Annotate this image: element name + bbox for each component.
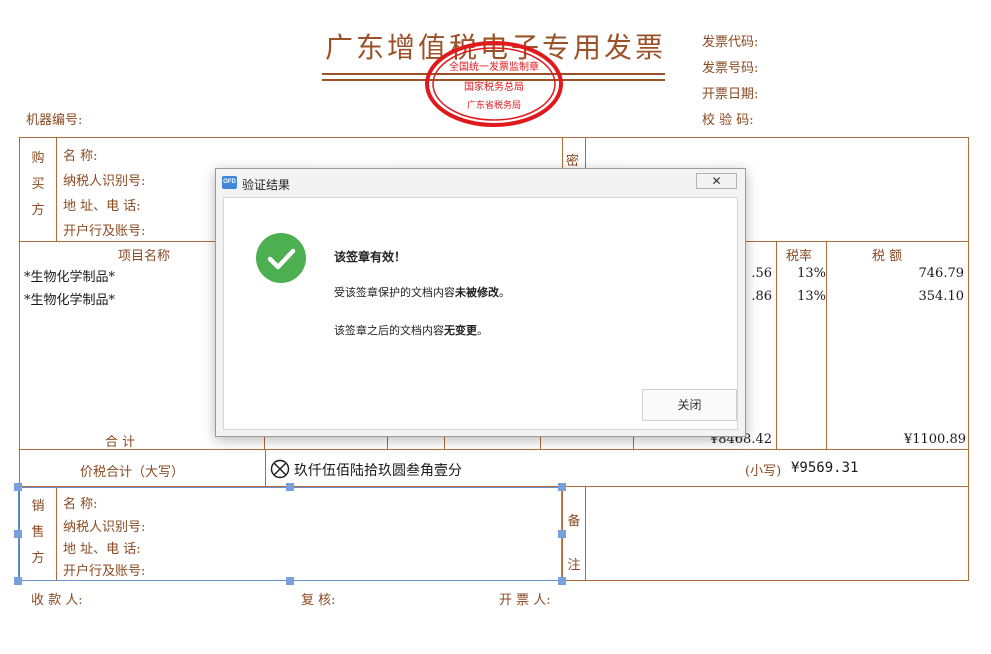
seal-text-mid: 国家税务总局 [464,80,524,93]
total-tax: ¥1100.89 [903,432,966,447]
item-row-1-rate: 13% [797,266,826,281]
price-tax-lowercase-value: ¥9569.31 [791,460,859,476]
resize-handle[interactable] [558,483,566,491]
machine-number-label: 机器编号: [26,113,83,128]
reviewer-label: 复 核: [301,593,336,608]
dialog-body: 该签章有效！ 受该签章保护的文档内容未被修改。 该签章之后的文档内容无变更。 关… [223,197,738,430]
item-row-1-name: *生物化学制品* [24,270,116,285]
seal-text-bottom: 广东省税务局 [467,99,521,111]
content-unmodified-message: 受该签章保护的文档内容未被修改。 [334,287,510,299]
drawer-label: 开 票 人: [499,593,551,608]
total-label: 合 计 [105,435,136,450]
no-change-after-signature-message: 该签章之后的文档内容无变更。 [334,325,488,337]
resize-handle[interactable] [14,530,22,538]
close-icon[interactable]: ✕ [696,173,737,189]
resize-handle[interactable] [558,577,566,585]
buyer-bank-label: 开户行及账号: [63,224,146,239]
resize-handle[interactable] [14,577,22,585]
invoice-number-label: 发票号码: [702,61,759,76]
price-tax-total-label: 价税合计（大写） [80,465,185,480]
item-row-2-rate: 13% [797,289,826,304]
buyer-address-label: 地 址、电 话: [63,199,141,214]
resize-handle[interactable] [558,530,566,538]
header-tax-rate: 税率 [786,249,813,264]
buyer-name-label: 名 称: [63,149,98,164]
ofd-app-icon: OFD [222,176,237,189]
official-seal-icon: 全国统一发票监制章 国家税务总局 广东省税务局 [425,41,563,127]
resize-handle[interactable] [286,483,294,491]
check-code-label: 校 验 码: [702,113,754,128]
buyer-side-label: 购 买 方 [31,151,45,218]
item-row-2-tax: 354.10 [918,289,965,304]
buyer-taxid-label: 纳税人识别号: [63,174,146,189]
item-row-2-name: *生物化学制品* [24,293,116,308]
seller-selection-frame[interactable] [18,487,562,581]
invoice-date-label: 开票日期: [702,87,759,102]
invoice-code-label: 发票代码: [702,35,759,50]
resize-handle[interactable] [14,483,22,491]
seal-text-top: 全国统一发票监制章 [449,60,539,73]
success-check-icon [256,233,306,283]
resize-handle[interactable] [286,577,294,585]
price-tax-uppercase: 玖仟伍佰陆拾玖圆叁角壹分 [294,463,462,479]
item-row-1-tax: 746.79 [918,266,965,281]
password-area-label: 密 [566,154,580,169]
close-button[interactable]: 关闭 [642,389,737,421]
verification-dialog: OFD 验证结果 ✕ 该签章有效！ 受该签章保护的文档内容未被修改。 该签章之后… [215,168,746,437]
header-item-name: 项目名称 [118,249,171,264]
dialog-title: 验证结果 [242,178,291,192]
header-tax-amount: 税 额 [872,249,903,264]
signature-valid-heading: 该签章有效！ [334,250,407,264]
currency-cross-icon [270,459,290,479]
item-row-2-amount: .86 [751,289,772,304]
price-tax-lowercase-label: (小写) [745,464,782,479]
payee-label: 收 款 人: [31,593,83,608]
remark-label: 备 注 [567,514,581,573]
item-row-1-amount: .56 [751,266,772,281]
